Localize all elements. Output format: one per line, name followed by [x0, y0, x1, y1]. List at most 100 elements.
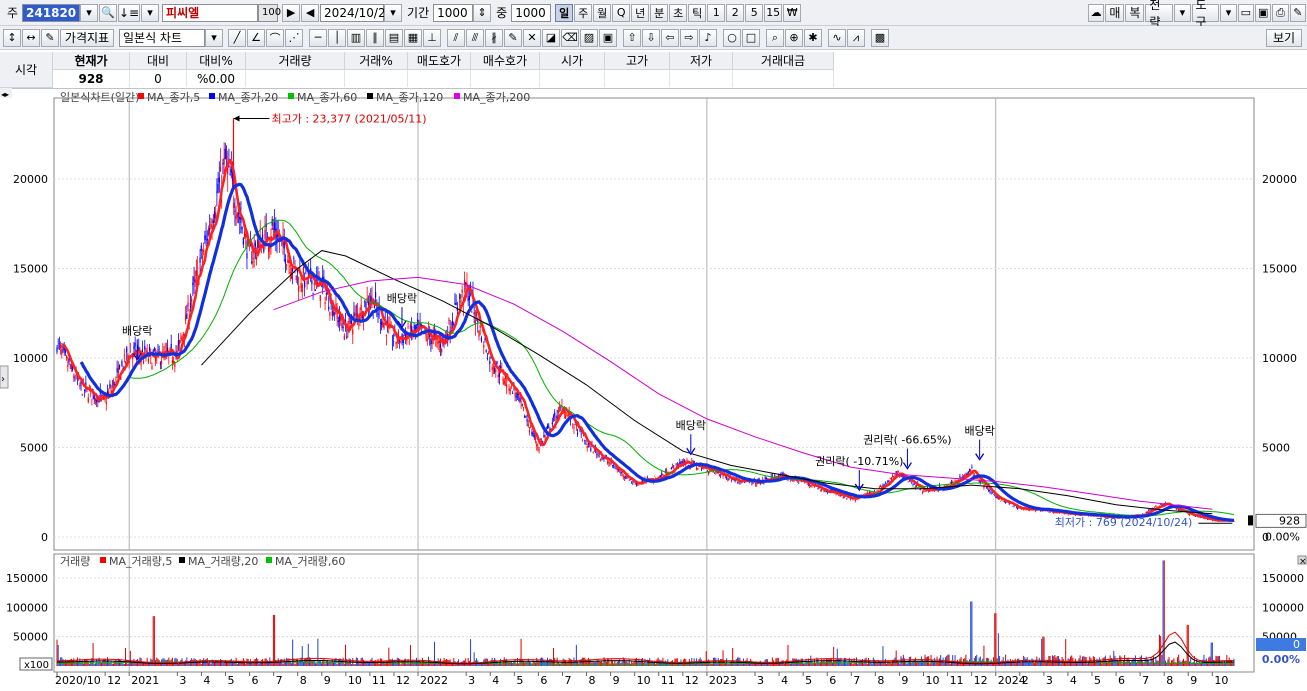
vline-tool-icon[interactable]: │: [328, 28, 346, 47]
x-tick-label: 11: [950, 674, 964, 687]
calendar-dropdown-icon[interactable]: ▾: [384, 3, 403, 22]
arc-tool-icon[interactable]: ⌒: [266, 28, 284, 47]
interval-button[interactable]: Q: [612, 3, 631, 22]
chart-area[interactable]: ◂▸ › 2020/10 12 2021 3 4 5 6 7 8 9 10 11 12 2022 3 4 5 6 7 8 9…: [0, 88, 1307, 691]
grid-tool-icon[interactable]: ▥: [347, 28, 365, 47]
count-input[interactable]: 1000: [511, 3, 552, 22]
x-tick-label: 7: [564, 674, 571, 687]
x-tick-label: 10: [1214, 674, 1228, 687]
quote-header: 저가: [669, 52, 733, 70]
change-pct-value: %0.00: [186, 69, 246, 87]
folder-icon[interactable]: ▭: [1237, 3, 1254, 22]
sort-dropdown-icon[interactable]: ▾: [141, 3, 160, 22]
image-tool-icon[interactable]: ▣: [599, 28, 617, 47]
tools-button[interactable]: 도구: [1191, 0, 1220, 29]
volume-unit-label: x100: [24, 660, 49, 671]
volume-y-tick-right: 150000: [1262, 572, 1304, 585]
angle-tool-icon[interactable]: ∠: [247, 28, 265, 47]
channel-tool-icon[interactable]: ⫻: [466, 28, 484, 47]
interval-button[interactable]: 2: [726, 3, 745, 22]
change-value: 0: [129, 69, 187, 87]
palette-tool-icon[interactable]: ◪: [542, 28, 560, 47]
x-tick-label: 4: [781, 674, 788, 687]
circle-tool-icon[interactable]: ○: [723, 28, 741, 47]
legend-swatch: [367, 93, 373, 99]
arrow-up-tool-icon[interactable]: ⇧: [623, 28, 641, 47]
volume-value: [245, 69, 345, 87]
buy-button[interactable]: 매: [1105, 3, 1125, 22]
current-price-value: 928: [52, 69, 130, 87]
stock-name-field[interactable]: 피씨엘: [162, 3, 259, 22]
magnify-tool-icon[interactable]: ⊕: [785, 28, 803, 47]
next-icon[interactable]: ▶: [282, 3, 301, 22]
quote-header: 거래%: [344, 52, 408, 70]
wave-tool-icon[interactable]: ∿: [828, 28, 846, 47]
cloud-icon[interactable]: ☁: [1088, 3, 1105, 22]
bars-tool-icon[interactable]: ▦: [404, 28, 422, 47]
period-input[interactable]: 1000: [433, 3, 474, 22]
interval-button[interactable]: 주: [574, 3, 593, 22]
interval-button[interactable]: 분: [650, 3, 669, 22]
prev-icon[interactable]: ◀: [301, 3, 320, 22]
interval-button[interactable]: 1: [707, 3, 726, 22]
edit-icon[interactable]: ✎: [41, 28, 59, 47]
copy-button[interactable]: 복: [1125, 3, 1145, 22]
period-stepper-icon[interactable]: ⇕: [473, 3, 492, 22]
chart-type-select[interactable]: 일본식 차트: [119, 28, 205, 47]
interval-button[interactable]: 초: [669, 3, 688, 22]
x-tick-label: 2022: [420, 674, 448, 687]
arrow-left-right-icon[interactable]: ↔: [22, 28, 40, 47]
cross-tool-icon[interactable]: ✕: [523, 28, 541, 47]
indicator-button[interactable]: 가격지표: [60, 28, 114, 47]
arrow-right-tool-icon[interactable]: ⇨: [680, 28, 698, 47]
interval-button[interactable]: 월: [593, 3, 612, 22]
strategy-button[interactable]: 전략: [1145, 0, 1174, 29]
chart-type-dropdown-icon[interactable]: ▾: [205, 28, 223, 47]
sort-icon[interactable]: ↓≡: [118, 3, 141, 22]
stock-code-input[interactable]: 241820: [22, 3, 81, 22]
arrow-down-tool-icon[interactable]: ⇩: [642, 28, 660, 47]
eraser-tool-icon[interactable]: ⌫: [561, 28, 579, 47]
rect-tool-icon[interactable]: □: [742, 28, 760, 47]
arrow-up-down-icon[interactable]: ↕: [3, 28, 21, 47]
zoom-tool-icon[interactable]: ⌕: [766, 28, 784, 47]
interval-button[interactable]: 일: [555, 3, 574, 22]
code-dropdown-icon[interactable]: ▾: [80, 3, 99, 22]
search-icon[interactable]: 🔍: [99, 3, 118, 22]
pitchfork-tool-icon[interactable]: ⫽: [447, 28, 465, 47]
x-tick-label: 6: [1118, 674, 1125, 687]
event-label: 배당락: [387, 292, 417, 305]
zigzag-tool-icon[interactable]: ⩘: [847, 28, 865, 47]
interval-button[interactable]: 5: [745, 3, 764, 22]
hline-tool-icon[interactable]: ─: [309, 28, 327, 47]
stock-chart[interactable]: ◂▸ › 2020/10 12 2021 3 4 5 6 7 8 9 10 11 12 2022 3 4 5 6 7 8 9…: [0, 88, 1307, 688]
strategy-dropdown-icon[interactable]: ▾: [1174, 3, 1191, 22]
price-y-tick-right: 15000: [1262, 263, 1297, 276]
x-tick-label: 4: [1070, 674, 1077, 687]
parallel-tool-icon[interactable]: ∦: [485, 28, 503, 47]
table-tool-icon[interactable]: ▤: [385, 28, 403, 47]
print-icon[interactable]: ⎙: [1272, 3, 1289, 22]
music-tool-icon[interactable]: ♪: [699, 28, 717, 47]
interval-button[interactable]: 15: [764, 3, 783, 22]
fork-tool-icon[interactable]: ⊥: [423, 28, 441, 47]
settings-icon[interactable]: ✎: [1289, 3, 1306, 22]
fan-tool-icon[interactable]: ⋰: [285, 28, 303, 47]
view-button[interactable]: 보기: [1266, 28, 1302, 47]
low-value: [669, 69, 733, 87]
note-tool-icon[interactable]: ▨: [580, 28, 598, 47]
date-field[interactable]: 2024/10/28: [320, 3, 393, 22]
interval-button[interactable]: 틱: [688, 3, 707, 22]
tools-dropdown-icon[interactable]: ▾: [1220, 3, 1237, 22]
open-value: [539, 69, 605, 87]
save-icon[interactable]: ▣: [1255, 3, 1272, 22]
line-tool-icon[interactable]: ╱: [228, 28, 246, 47]
pencil-tool-icon[interactable]: ✎: [504, 28, 522, 47]
interval-button[interactable]: 년: [631, 3, 650, 22]
cycle-tool-icon[interactable]: ∥: [366, 28, 384, 47]
x-tick-label: 12: [974, 674, 988, 687]
bug-tool-icon[interactable]: ✱: [804, 28, 822, 47]
arrow-left-tool-icon[interactable]: ⇦: [661, 28, 679, 47]
chart-tool-icon[interactable]: ▩: [871, 28, 889, 47]
won-icon[interactable]: ₩: [783, 3, 802, 22]
